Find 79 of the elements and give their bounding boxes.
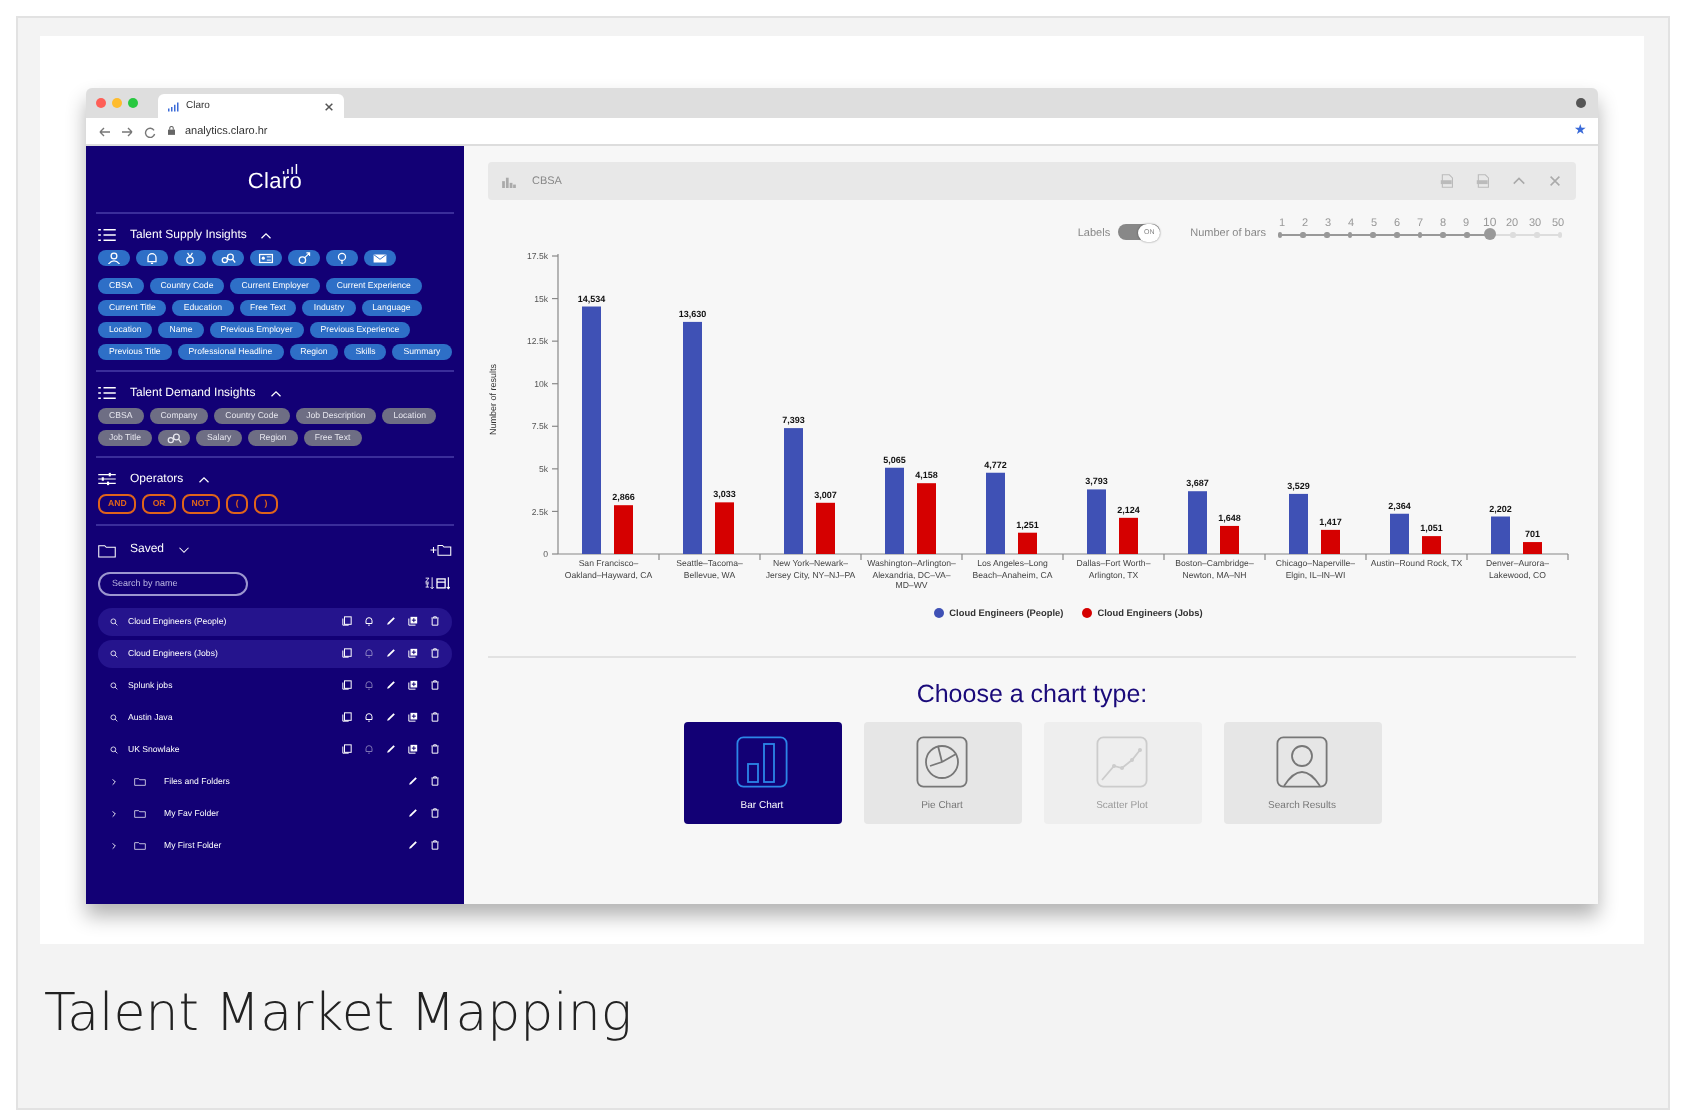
navigation-arrows-icon[interactable] (98, 125, 158, 137)
people-search-icon (166, 431, 183, 445)
bulb-icon (334, 251, 350, 265)
lock-icon (168, 126, 175, 136)
caption: Talent Market Mapping (44, 984, 634, 1044)
mail-icon (372, 251, 388, 265)
pencil-icon[interactable] (386, 616, 396, 626)
caret-icon[interactable] (260, 231, 273, 239)
bar-chart-icon (736, 735, 788, 787)
medal-icon (182, 251, 198, 265)
copy-icon[interactable] (342, 680, 352, 690)
pie-chart-icon (916, 735, 968, 787)
search-icon (110, 745, 118, 753)
filter-chip[interactable] (212, 250, 244, 266)
id-card-icon (258, 251, 274, 265)
pencil-icon[interactable] (386, 712, 396, 722)
duplicate-icon[interactable] (408, 712, 418, 722)
trash-icon[interactable] (430, 808, 440, 818)
chevron-icon[interactable] (178, 546, 191, 554)
trash-icon[interactable] (430, 648, 440, 658)
filter-sliders-icon (98, 472, 116, 486)
signal-bars-icon (168, 101, 180, 111)
close-icon[interactable] (324, 101, 334, 111)
chevron-icon[interactable] (110, 809, 118, 817)
copy-icon[interactable] (342, 744, 352, 754)
duplicate-icon[interactable] (408, 616, 418, 626)
trash-icon[interactable] (430, 616, 440, 626)
section-heading: Choose a chart type: (916, 680, 1148, 708)
list-icon (98, 386, 116, 400)
trash-icon[interactable] (430, 776, 440, 786)
bar-chart-icon (502, 175, 516, 187)
pencil-icon[interactable] (386, 744, 396, 754)
bell-icon (144, 251, 160, 265)
pencil-icon[interactable] (386, 648, 396, 658)
filter-chip[interactable] (136, 250, 168, 266)
folder-icon (134, 777, 146, 785)
logo: Claro (247, 170, 303, 194)
person-icon (106, 251, 122, 265)
person-icon (1276, 735, 1328, 787)
pencil-icon[interactable] (408, 840, 418, 850)
search-icon (110, 713, 118, 721)
caret-icon[interactable] (197, 475, 210, 483)
filter-chip[interactable] (326, 250, 358, 266)
search-icon (110, 649, 118, 657)
people-search-icon (220, 251, 236, 265)
pencil-icon[interactable] (386, 680, 396, 690)
trash-icon[interactable] (430, 744, 440, 754)
filter-chip[interactable] (174, 250, 206, 266)
filter-chip[interactable] (288, 250, 320, 266)
search-icon (110, 617, 118, 625)
new-folder-icon[interactable] (430, 544, 452, 556)
bell-icon[interactable] (364, 712, 374, 722)
trash-icon[interactable] (430, 680, 440, 690)
copy-icon[interactable] (342, 648, 352, 658)
signal-bars-icon (281, 164, 297, 174)
filter-chip[interactable] (98, 250, 130, 266)
filter-chip[interactable] (250, 250, 282, 266)
male-icon (296, 251, 312, 265)
slider-thumb[interactable] (1484, 228, 1496, 240)
bell-icon[interactable] (364, 616, 374, 626)
trash-icon[interactable] (430, 712, 440, 722)
folder-icon (134, 809, 146, 817)
duplicate-icon[interactable] (408, 648, 418, 658)
folder-icon (98, 543, 116, 557)
line-chart-icon (1096, 735, 1148, 787)
search-icon (110, 681, 118, 689)
pencil-icon[interactable] (408, 808, 418, 818)
sort-icon[interactable] (424, 576, 450, 590)
chevron-icon[interactable] (110, 841, 118, 849)
copy-icon[interactable] (342, 616, 352, 626)
trash-icon[interactable] (430, 840, 440, 850)
pencil-icon[interactable] (408, 776, 418, 786)
list-icon (98, 228, 116, 242)
filter-chip[interactable] (364, 250, 396, 266)
chevron-icon[interactable] (110, 777, 118, 785)
copy-icon[interactable] (342, 712, 352, 722)
duplicate-icon[interactable] (408, 744, 418, 754)
duplicate-icon[interactable] (408, 680, 418, 690)
folder-icon (134, 841, 146, 849)
